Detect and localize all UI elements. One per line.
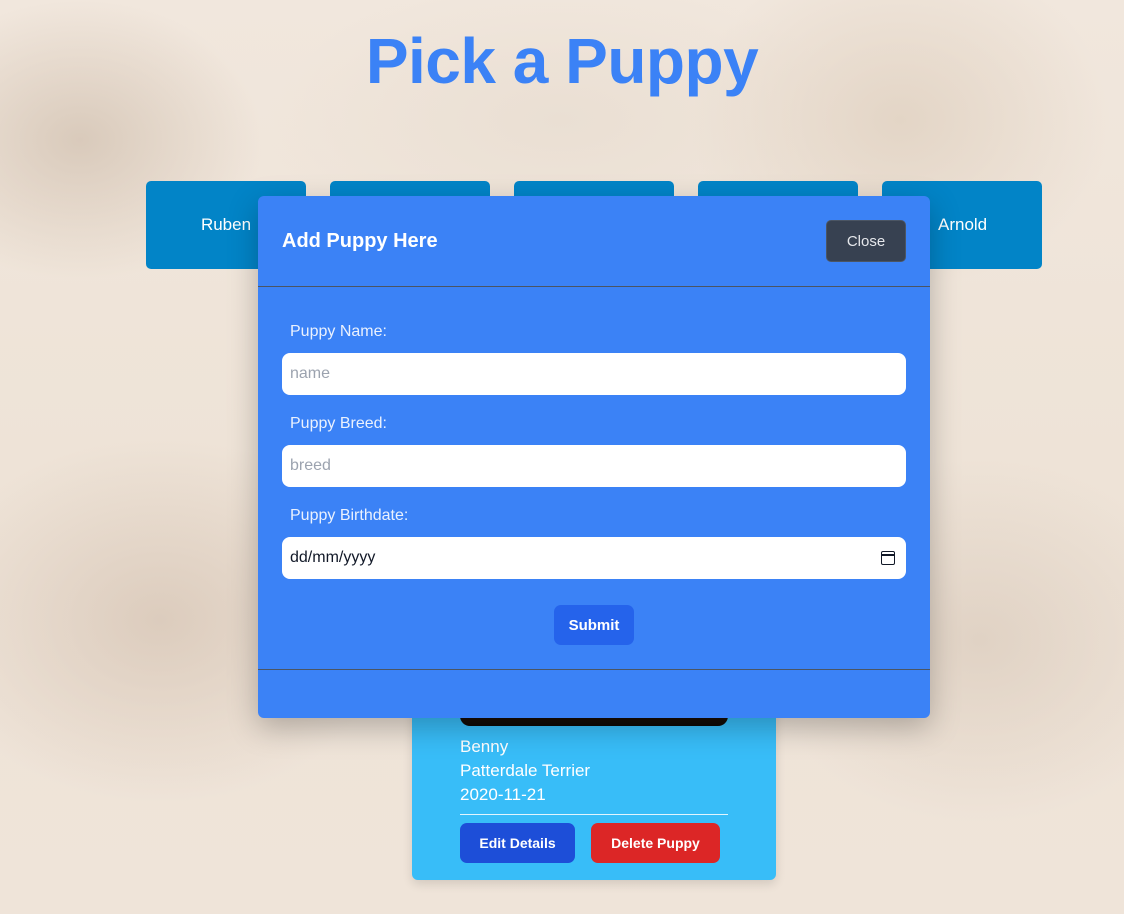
modal-title: Add Puppy Here [282, 230, 438, 252]
puppy-breed-label: Puppy Breed: [290, 415, 387, 432]
puppy-name-label: Puppy Name: [290, 323, 387, 340]
close-button[interactable]: Close [826, 220, 906, 262]
puppy-name: Benny [460, 737, 509, 756]
puppy-breed-input[interactable]: breed [282, 445, 906, 487]
submit-button[interactable]: Submit [554, 605, 634, 645]
add-puppy-modal: Add Puppy Here Close Puppy Name: name Pu… [258, 196, 930, 718]
card-divider [460, 814, 728, 815]
modal-header-divider [258, 286, 930, 287]
delete-puppy-button[interactable]: Delete Puppy [591, 823, 720, 863]
puppy-breed-placeholder: breed [290, 457, 331, 474]
calendar-icon[interactable] [881, 551, 895, 565]
birthdate-value: dd/mm/yyyy [290, 549, 376, 566]
puppy-breed: Patterdale Terrier [460, 761, 591, 780]
puppy-birthdate: 2020-11-21 [460, 785, 546, 804]
page-title: Pick a Puppy [365, 25, 759, 97]
puppy-tab-label: Arnold [938, 215, 988, 234]
modal-footer-divider [258, 669, 930, 670]
edit-details-button[interactable]: Edit Details [460, 823, 575, 863]
puppy-card: Benny Patterdale Terrier 2020-11-21 Edit… [412, 690, 776, 880]
puppy-name-placeholder: name [290, 365, 331, 382]
puppy-name-input[interactable]: name [282, 353, 906, 395]
puppy-birthdate-input[interactable]: dd/mm/yyyy [282, 537, 906, 579]
puppy-birthdate-label: Puppy Birthdate: [290, 507, 409, 524]
